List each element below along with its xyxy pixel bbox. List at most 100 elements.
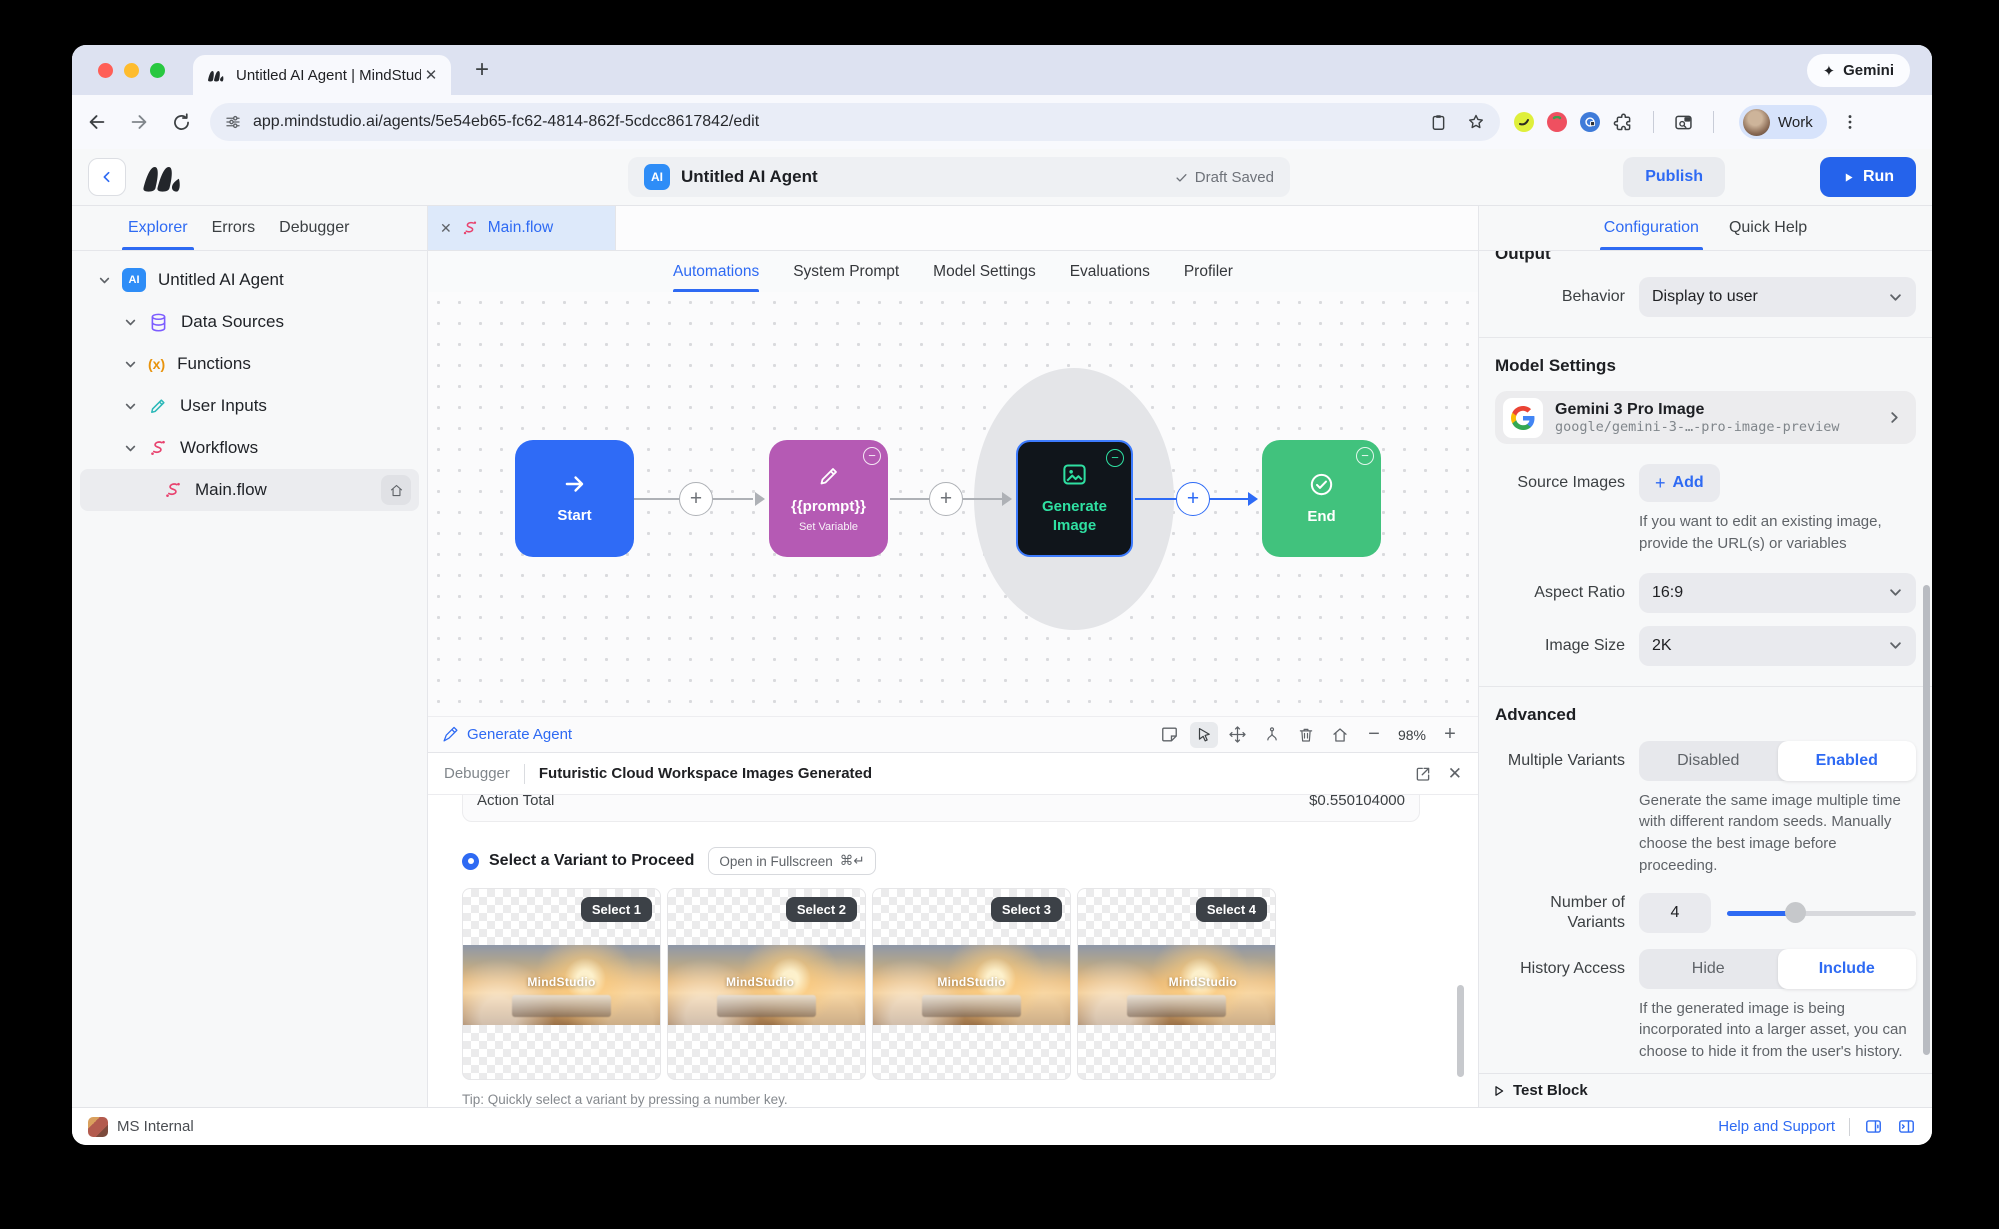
help-and-support-link[interactable]: Help and Support: [1718, 1118, 1835, 1135]
close-icon[interactable]: ✕: [440, 220, 452, 237]
node-generate-image[interactable]: − Generate Image: [1016, 440, 1133, 557]
image-size-select[interactable]: 2K: [1639, 626, 1916, 666]
home-icon[interactable]: [381, 475, 411, 505]
file-tab-main-flow[interactable]: ✕ Main.flow: [428, 206, 616, 250]
chevron-down-icon[interactable]: [124, 358, 138, 371]
bookmark-star-icon[interactable]: [1466, 112, 1486, 132]
variants-enabled-option[interactable]: Enabled: [1778, 741, 1917, 781]
model-card[interactable]: Gemini 3 Pro Image google/gemini-3-…-pro…: [1495, 391, 1916, 444]
open-external-icon[interactable]: [1414, 765, 1432, 783]
tab-model-settings[interactable]: Model Settings: [933, 251, 1036, 292]
select-variant-button[interactable]: Select 1: [581, 897, 652, 922]
node-set-variable[interactable]: − {{prompt}} Set Variable: [769, 440, 888, 557]
select-variant-button[interactable]: Select 2: [786, 897, 857, 922]
clipboard-icon[interactable]: [1429, 113, 1448, 132]
extension-icon-strawberry[interactable]: [1547, 112, 1567, 132]
chevron-down-icon[interactable]: [124, 442, 138, 455]
site-info-icon[interactable]: [224, 113, 242, 131]
chevron-down-icon[interactable]: [98, 274, 112, 287]
add-source-image-button[interactable]: + Add: [1639, 464, 1720, 502]
tree-item-functions[interactable]: (x) Functions: [72, 343, 427, 385]
behavior-select[interactable]: Display to user: [1639, 277, 1916, 317]
collapse-node-icon[interactable]: −: [863, 447, 881, 465]
zoom-level[interactable]: 98%: [1398, 727, 1426, 743]
comment-note-icon[interactable]: [1156, 722, 1184, 748]
browser-menu-icon[interactable]: [1840, 112, 1860, 132]
auto-layout-icon[interactable]: [1258, 722, 1286, 748]
extensions-puzzle-icon[interactable]: [1613, 112, 1634, 133]
zoom-out-icon[interactable]: −: [1360, 722, 1388, 748]
gemini-button[interactable]: ✦ Gemini: [1807, 54, 1910, 87]
mindstudio-logo[interactable]: [140, 161, 186, 193]
variant-card-4[interactable]: MindStudio Select 4: [1077, 888, 1276, 1080]
profile-button[interactable]: Work: [1739, 105, 1827, 139]
tab-evaluations[interactable]: Evaluations: [1070, 251, 1150, 292]
extension-icon-yellow[interactable]: [1514, 112, 1534, 132]
tree-item-data-sources[interactable]: Data Sources: [72, 301, 427, 343]
tab-system-prompt[interactable]: System Prompt: [793, 251, 899, 292]
zoom-in-icon[interactable]: +: [1436, 722, 1464, 748]
tab-quick-help[interactable]: Quick Help: [1729, 206, 1807, 250]
debugger-label[interactable]: Debugger: [444, 765, 510, 782]
variants-disabled-option[interactable]: Disabled: [1639, 741, 1778, 781]
tree-item-user-inputs[interactable]: User Inputs: [72, 385, 427, 427]
home-view-icon[interactable]: [1326, 722, 1354, 748]
open-fullscreen-button[interactable]: Open in Fullscreen ⌘↵: [708, 847, 875, 875]
toggle-panel-left-icon[interactable]: [1864, 1117, 1883, 1136]
new-tab-button[interactable]: +: [467, 55, 497, 85]
aspect-ratio-select[interactable]: 16:9: [1639, 573, 1916, 613]
history-include-option[interactable]: Include: [1778, 949, 1917, 989]
tree-item-agent[interactable]: AI Untitled AI Agent: [72, 259, 427, 301]
tab-debugger[interactable]: Debugger: [279, 206, 349, 250]
tree-item-main-flow[interactable]: Main.flow: [80, 469, 419, 511]
select-variant-button[interactable]: Select 4: [1196, 897, 1267, 922]
reload-icon[interactable]: [164, 105, 198, 139]
variant-card-3[interactable]: MindStudio Select 3: [872, 888, 1071, 1080]
toggle-panel-right-icon[interactable]: [1897, 1117, 1916, 1136]
tab-close-icon[interactable]: ✕: [421, 66, 441, 84]
slider-thumb[interactable]: [1785, 902, 1806, 923]
tab-search-icon[interactable]: [1673, 112, 1694, 133]
node-end[interactable]: − End: [1262, 440, 1381, 557]
maximize-window-button[interactable]: [150, 63, 165, 78]
close-debugger-icon[interactable]: ✕: [1448, 764, 1462, 784]
select-variant-button[interactable]: Select 3: [991, 897, 1062, 922]
add-step-button[interactable]: +: [1176, 482, 1210, 516]
run-button[interactable]: Run: [1820, 157, 1916, 197]
trash-icon[interactable]: [1292, 722, 1320, 748]
add-step-button[interactable]: +: [929, 482, 963, 516]
variant-card-1[interactable]: MindStudio Select 1: [462, 888, 661, 1080]
history-hide-option[interactable]: Hide: [1639, 949, 1778, 989]
chevron-down-icon[interactable]: [124, 316, 138, 329]
forward-icon[interactable]: [122, 105, 156, 139]
flow-canvas[interactable]: Start − {{prompt}} Set Variable − Genera…: [428, 292, 1478, 716]
workspace-name[interactable]: MS Internal: [117, 1118, 194, 1135]
variant-card-2[interactable]: MindStudio Select 2: [667, 888, 866, 1080]
collapse-node-icon[interactable]: −: [1356, 447, 1374, 465]
add-step-button[interactable]: +: [679, 482, 713, 516]
generate-agent-button[interactable]: Generate Agent: [442, 726, 572, 743]
back-icon[interactable]: [80, 105, 114, 139]
tab-errors[interactable]: Errors: [212, 206, 256, 250]
agent-title-pill[interactable]: AI Untitled AI Agent Draft Saved: [628, 157, 1290, 197]
pan-tool-icon[interactable]: [1224, 722, 1252, 748]
tab-profiler[interactable]: Profiler: [1184, 251, 1233, 292]
url-bar[interactable]: app.mindstudio.ai/agents/5e54eb65-fc62-4…: [210, 103, 1500, 141]
tab-configuration[interactable]: Configuration: [1604, 206, 1699, 250]
debugger-scrollbar[interactable]: [1457, 985, 1464, 1077]
tree-item-workflows[interactable]: Workflows: [72, 427, 427, 469]
variant-count-value[interactable]: 4: [1639, 893, 1711, 933]
collapse-node-icon[interactable]: −: [1106, 449, 1124, 467]
workspace-icon[interactable]: [88, 1117, 108, 1137]
publish-button[interactable]: Publish: [1623, 157, 1725, 197]
variant-count-slider[interactable]: [1727, 893, 1916, 933]
minimize-window-button[interactable]: [124, 63, 139, 78]
app-back-button[interactable]: [88, 158, 126, 196]
extension-icon-lock[interactable]: [1580, 112, 1600, 132]
test-block-row[interactable]: Test Block: [1479, 1073, 1932, 1107]
select-tool-icon[interactable]: [1190, 722, 1218, 748]
browser-tab[interactable]: Untitled AI Agent | MindStudi ✕: [193, 55, 451, 95]
tab-automations[interactable]: Automations: [673, 251, 759, 292]
chevron-down-icon[interactable]: [124, 400, 138, 413]
node-start[interactable]: Start: [515, 440, 634, 557]
